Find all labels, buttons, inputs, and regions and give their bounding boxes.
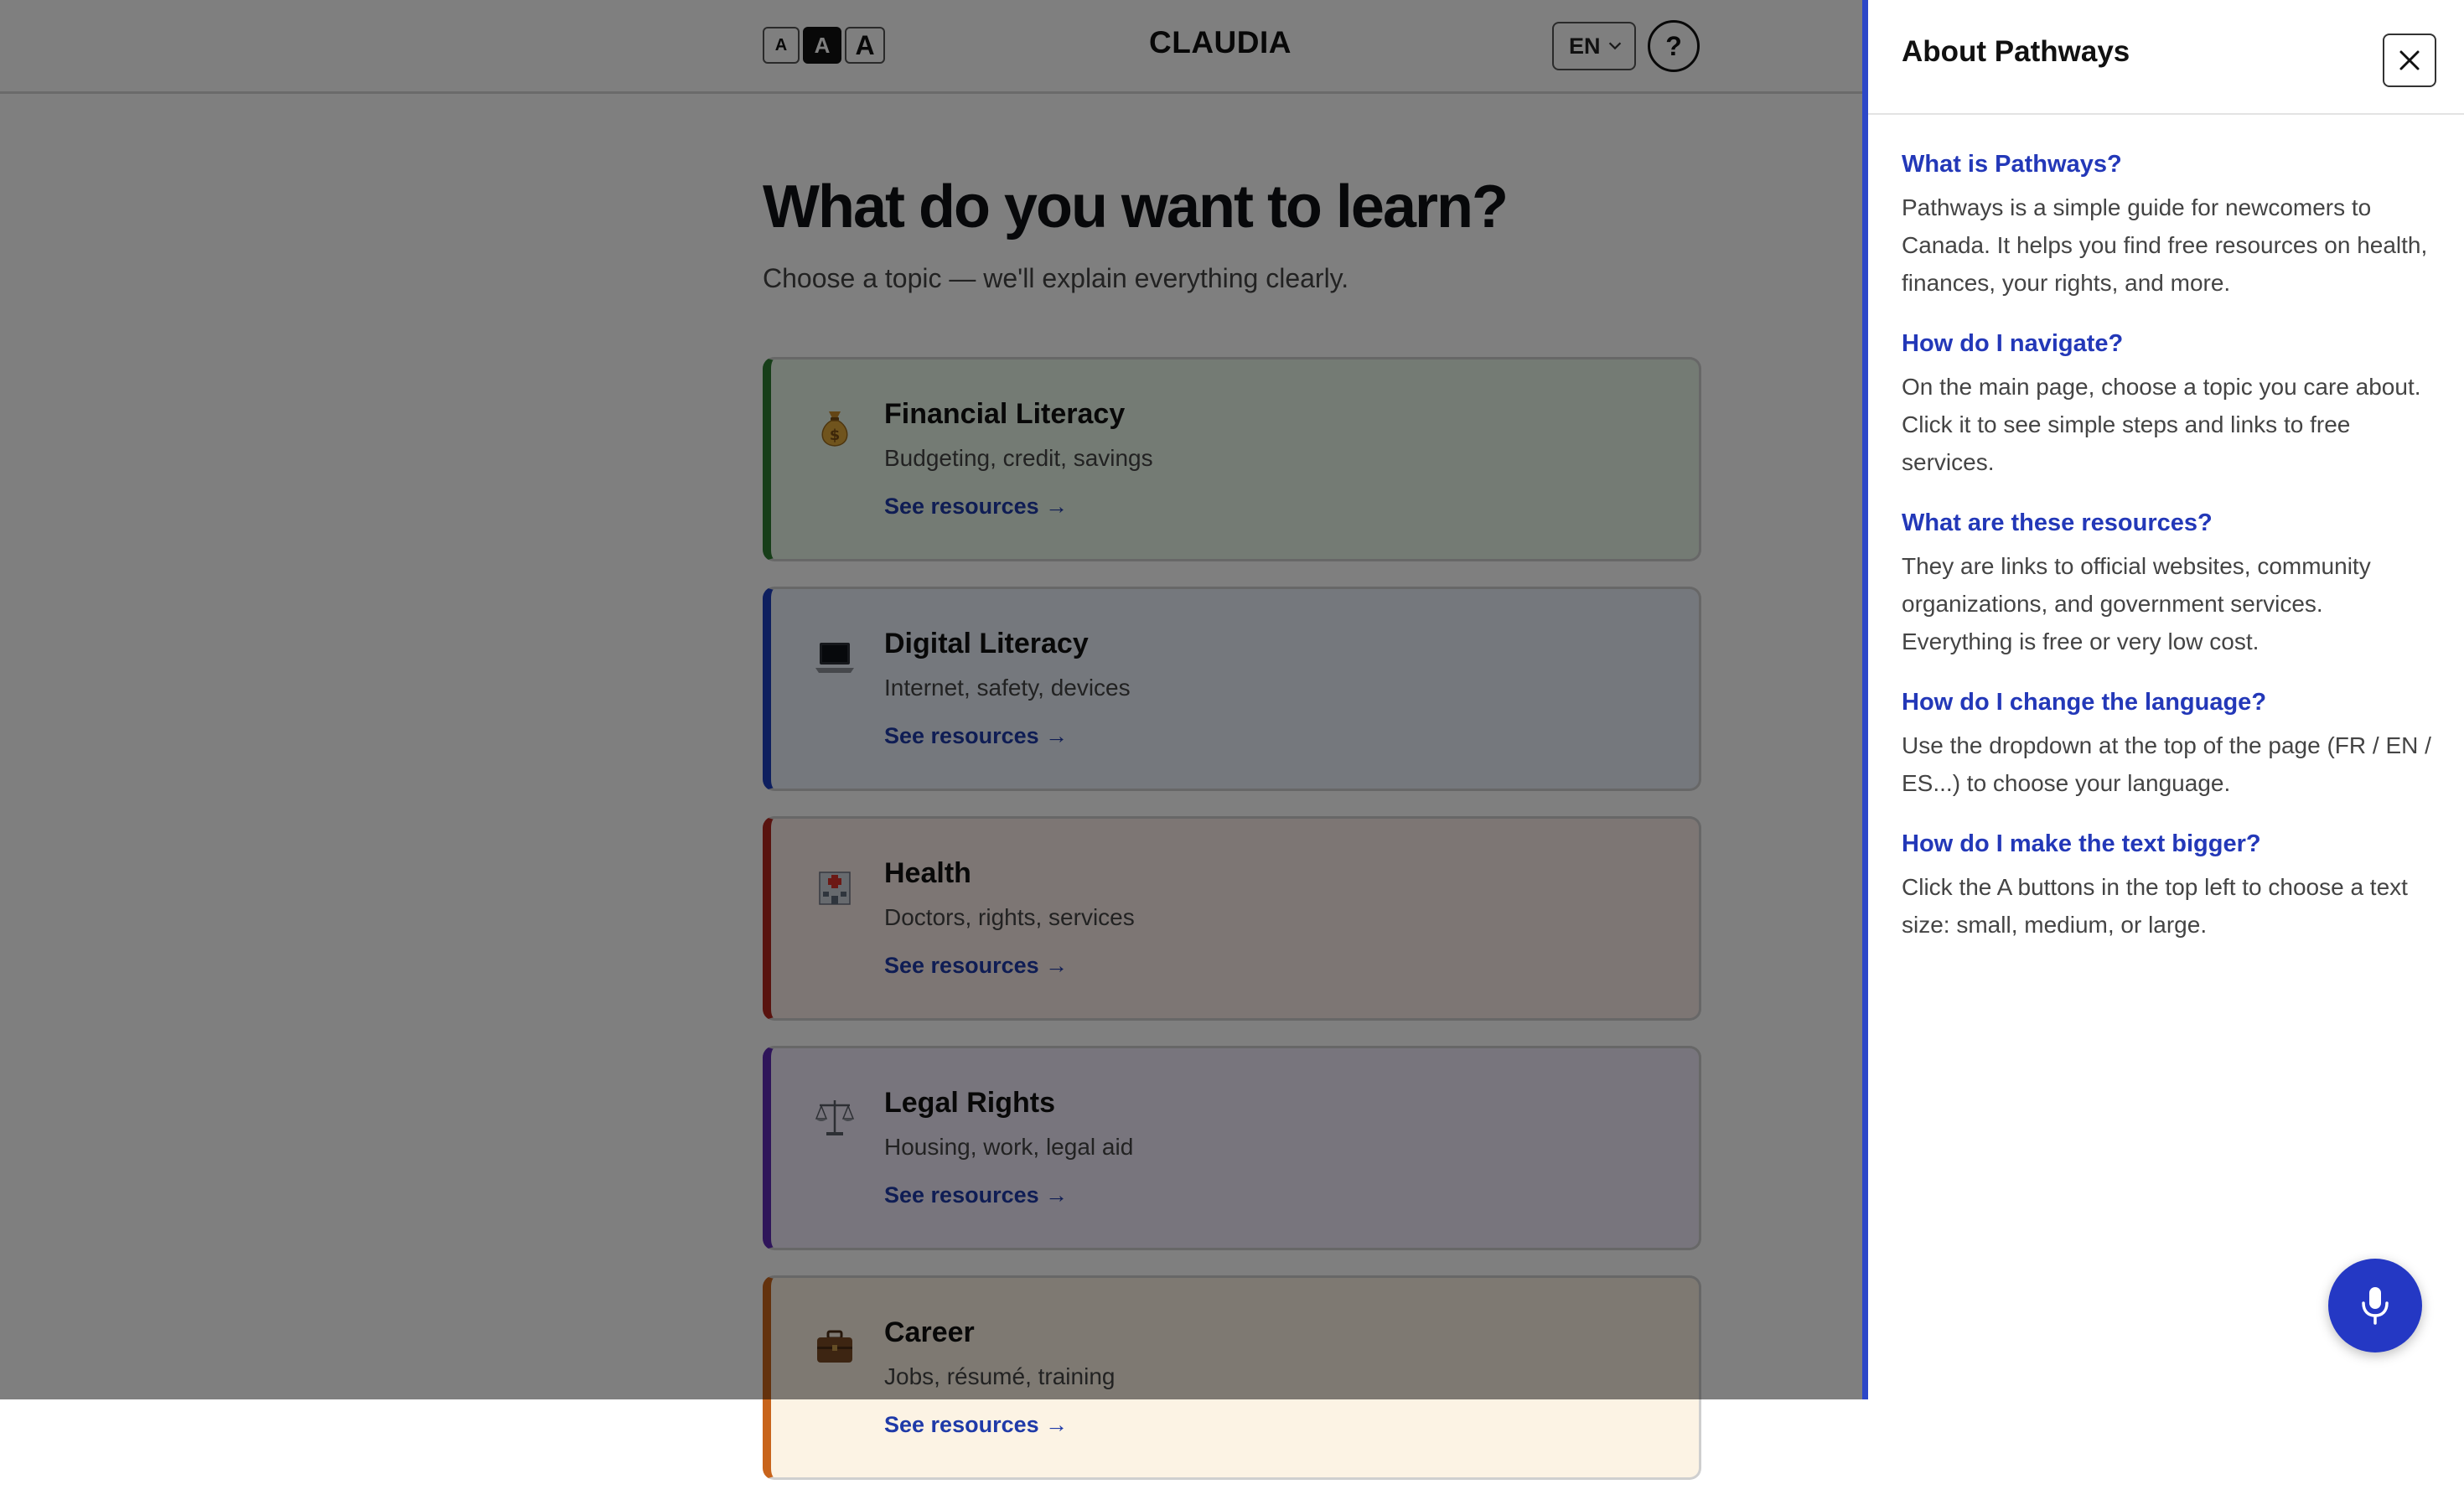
faq-question: What is Pathways? xyxy=(1902,151,2122,178)
faq-item: How do I make the text bigger? Click the… xyxy=(1902,830,2438,944)
voice-input-button[interactable] xyxy=(2328,1259,2422,1352)
faq-answer: Click the A buttons in the top left to c… xyxy=(1902,874,2408,938)
faq-question: What are these resources? xyxy=(1902,509,2213,536)
close-panel-button[interactable] xyxy=(2383,34,2436,87)
panel-header: About Pathways xyxy=(1868,0,2464,115)
faq-question: How do I make the text bigger? xyxy=(1902,830,2261,857)
panel-title: About Pathways xyxy=(1902,35,2130,68)
faq-item: How do I change the language? Use the dr… xyxy=(1902,689,2438,802)
faq-item: What are these resources? They are links… xyxy=(1902,509,2438,660)
microphone-icon xyxy=(2362,1287,2389,1325)
faq-answer: On the main page, choose a topic you car… xyxy=(1902,374,2421,475)
close-icon xyxy=(2399,50,2420,70)
faq-answer: They are links to official websites, com… xyxy=(1902,553,2371,654)
faq-answer: Pathways is a simple guide for newcomers… xyxy=(1902,194,2428,296)
about-panel: About Pathways What is Pathways? Pathway… xyxy=(1862,0,2464,1399)
faq-question: How do I change the language? xyxy=(1902,689,2267,716)
faq-item: How do I navigate? On the main page, cho… xyxy=(1902,330,2438,481)
faq-item: What is Pathways? Pathways is a simple g… xyxy=(1902,151,2438,302)
faq-list: What is Pathways? Pathways is a simple g… xyxy=(1902,151,2438,972)
see-resources-link[interactable]: See resources → xyxy=(884,1412,1068,1438)
faq-question: How do I navigate? xyxy=(1902,330,2124,357)
faq-answer: Use the dropdown at the top of the page … xyxy=(1902,732,2431,796)
